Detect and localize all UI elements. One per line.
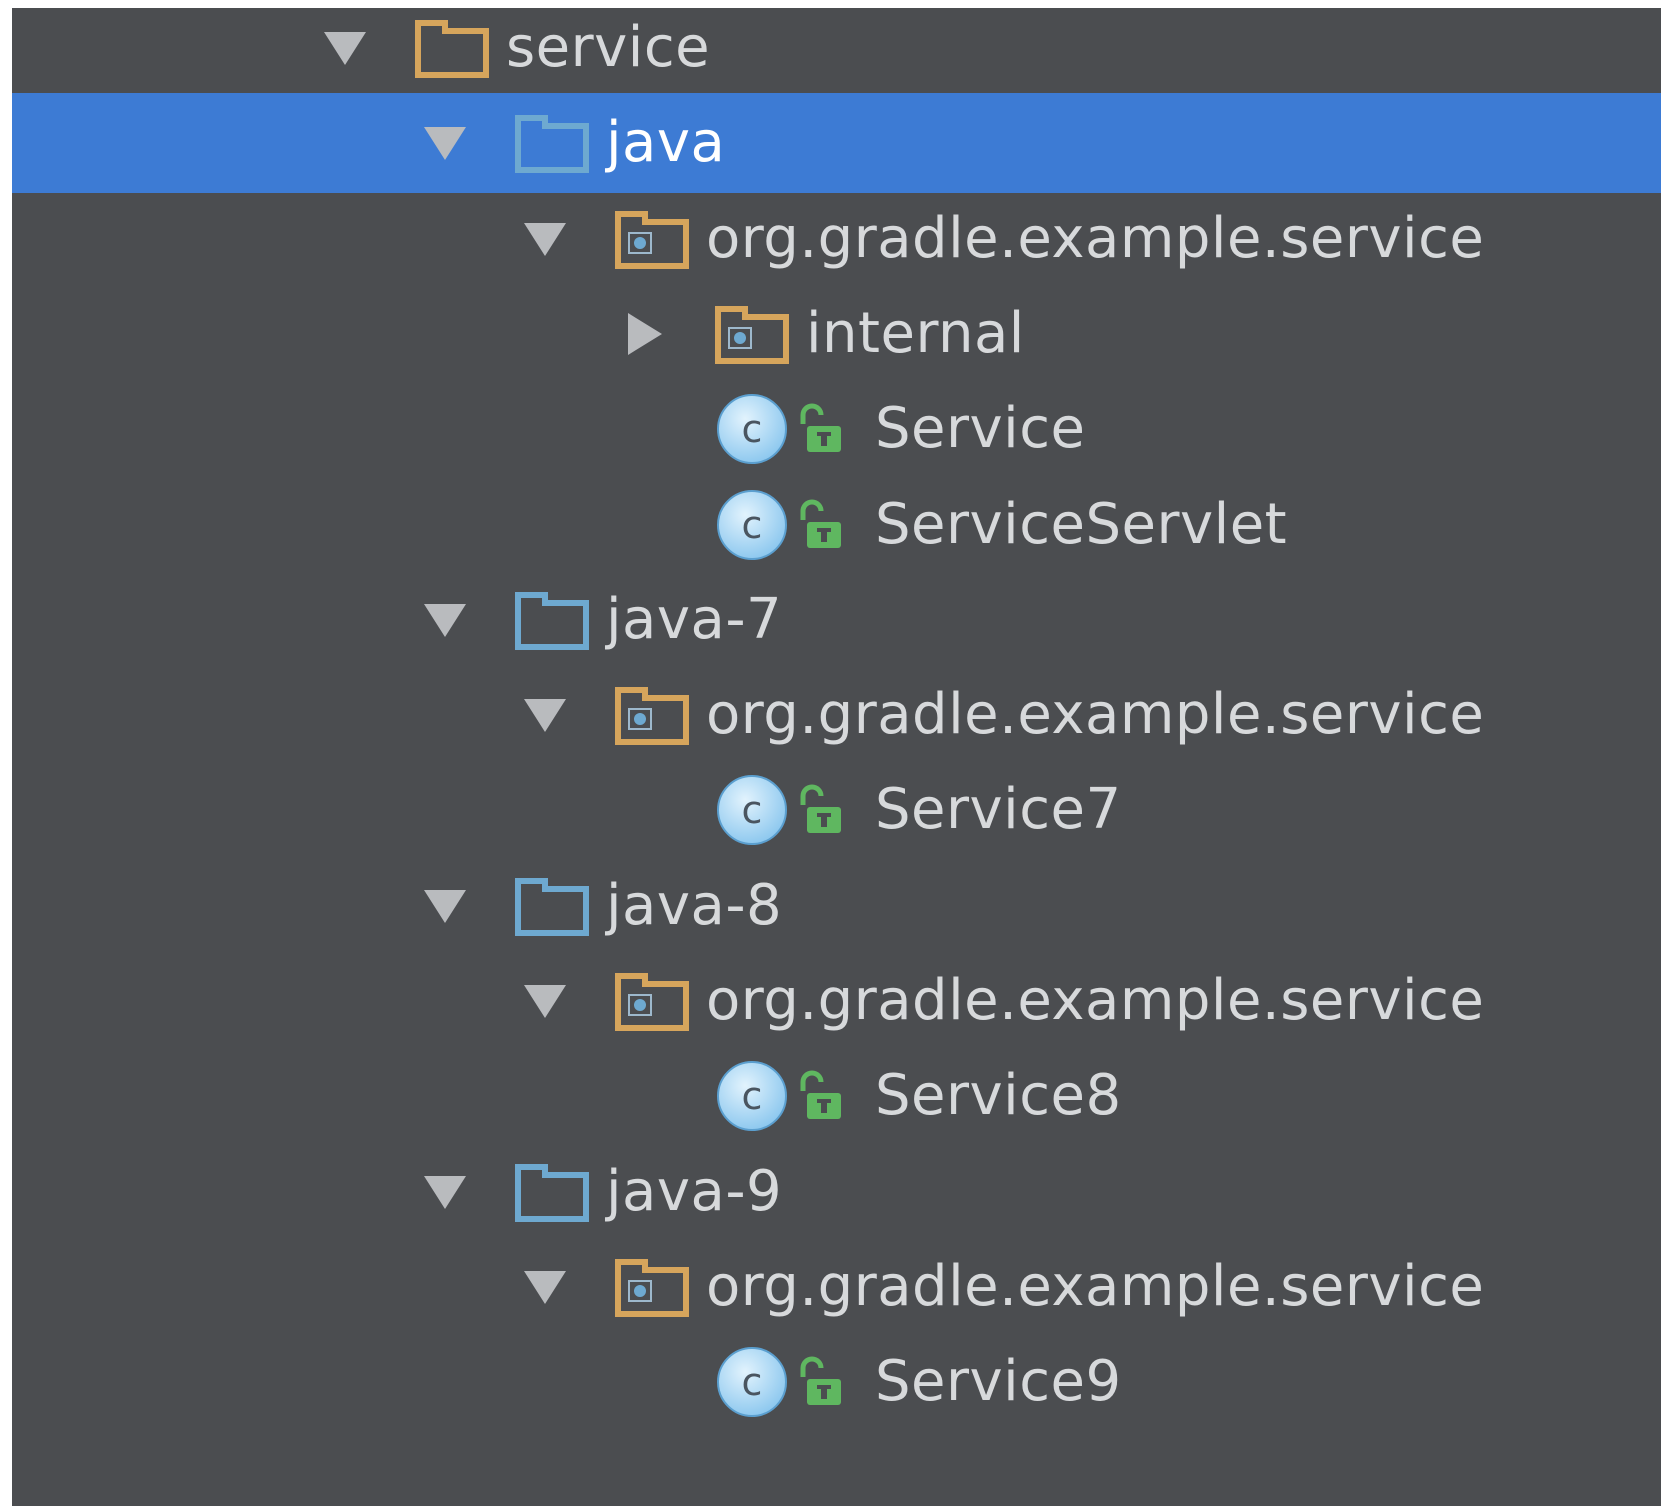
svg-text:c: c [742,1360,763,1404]
package-folder-icon [612,1237,692,1337]
source-root-folder-icon [512,570,592,670]
tree-item-label: ServiceServlet [875,491,1288,557]
tree-item-label: java-7 [606,586,783,652]
expand-arrow-down-icon[interactable] [415,93,475,193]
expand-arrow-down-icon[interactable] [415,1142,475,1242]
tree-item-label: java-9 [606,1158,783,1224]
class-icon: c [712,760,792,860]
tree-row[interactable]: c Service9 [12,1332,1661,1432]
svg-text:c: c [742,503,763,547]
expand-arrow-down-icon[interactable] [515,189,575,289]
tree-item-label: java-8 [606,872,783,938]
package-folder-icon [612,951,692,1051]
tree-item-label: org.gradle.example.service [706,968,1485,1033]
tree-row[interactable]: org.gradle.example.service [12,189,1661,289]
tree-row[interactable]: c ServiceServlet [12,475,1661,575]
tree-row[interactable]: c Service8 [12,1046,1661,1146]
tree-item-label: org.gradle.example.service [706,205,1485,271]
class-icon: c [712,379,792,479]
expand-arrow-down-icon[interactable] [515,951,575,1051]
source-root-folder-icon [512,93,592,193]
project-tree-panel: service java org.gradle.example.service int… [12,8,1661,1506]
public-lock-icon [792,1332,848,1432]
tree-row[interactable]: c Service7 [12,760,1661,860]
tree-item-label: Service9 [875,1349,1122,1415]
package-folder-icon [712,284,792,384]
class-icon: c [712,1332,792,1432]
expand-arrow-down-icon[interactable] [415,856,475,956]
svg-text:c: c [742,1074,763,1118]
tree-row[interactable]: c Service [12,379,1661,479]
class-icon: c [712,475,792,575]
public-lock-icon [792,379,848,479]
package-folder-icon [612,665,692,765]
module-folder-icon [412,8,492,98]
tree-row[interactable]: internal [12,284,1661,384]
tree-row[interactable]: org.gradle.example.service [12,665,1661,765]
class-icon: c [712,1046,792,1146]
public-lock-icon [792,475,848,575]
expand-arrow-right-icon[interactable] [615,284,675,384]
tree-row[interactable]: org.gradle.example.service [12,951,1661,1051]
tree-item-label: Service [875,396,1086,462]
tree-item-label: Service7 [875,777,1122,843]
expand-arrow-down-icon[interactable] [415,570,475,670]
svg-text:c: c [742,407,763,451]
tree-row[interactable]: java [12,93,1661,194]
expand-arrow-down-icon[interactable] [515,1237,575,1337]
expand-arrow-down-icon[interactable] [315,8,375,98]
svg-text:c: c [742,788,763,832]
tree-row[interactable]: java-8 [12,856,1661,956]
tree-item-label: java [606,110,726,176]
tree-row[interactable]: org.gradle.example.service [12,1237,1661,1337]
tree-item-label: service [506,15,711,80]
expand-arrow-down-icon[interactable] [515,665,575,765]
tree-item-label: org.gradle.example.service [706,682,1485,748]
public-lock-icon [792,760,848,860]
tree-item-label: internal [806,300,1025,366]
source-root-folder-icon [512,856,592,956]
package-folder-icon [612,189,692,289]
tree-item-label: Service8 [875,1063,1122,1129]
tree-item-label: org.gradle.example.service [706,1253,1485,1319]
tree-row[interactable]: service [12,8,1661,98]
tree-row[interactable]: java-9 [12,1142,1661,1242]
public-lock-icon [792,1046,848,1146]
tree-row[interactable]: java-7 [12,570,1661,670]
source-root-folder-icon [512,1142,592,1242]
